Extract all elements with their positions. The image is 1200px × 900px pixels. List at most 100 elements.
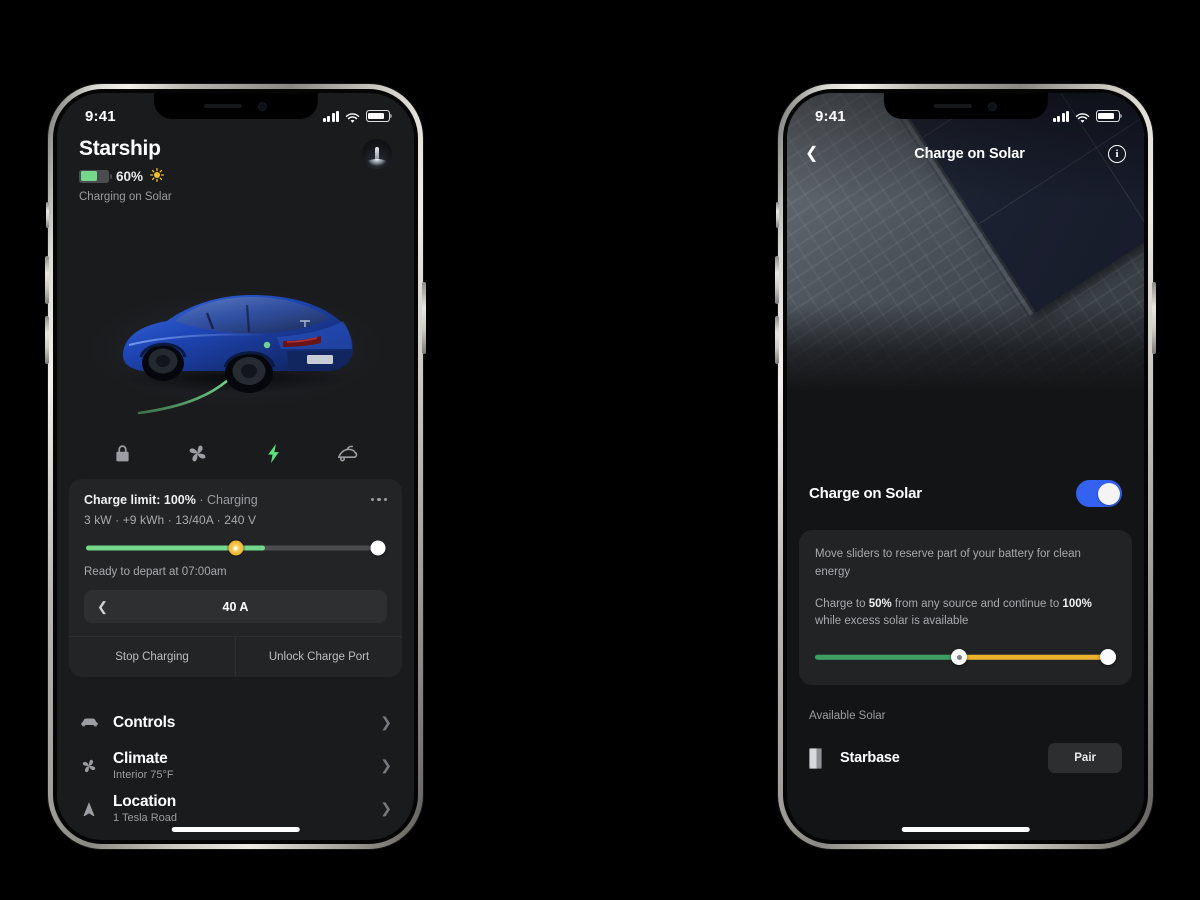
hero-bottom-fade <box>787 303 1144 393</box>
wifi-icon <box>345 111 360 123</box>
charging-bolt-icon[interactable] <box>256 436 290 470</box>
charge-on-solar-row: Charge on Solar <box>787 480 1144 507</box>
charging-status-text: Charging on Solar <box>79 191 172 203</box>
signal-bars-icon <box>322 110 339 122</box>
fan-icon[interactable] <box>181 436 215 470</box>
charge-state: Charging <box>206 493 258 507</box>
power-button[interactable] <box>1152 282 1156 354</box>
screenshot-stage: 9:41 Starship 60% Charging on Solar Char… <box>0 0 1200 900</box>
power-button[interactable] <box>422 282 426 354</box>
solar-instructions-line2: Charge to 50% from any source and contin… <box>815 596 1116 632</box>
earpiece-speaker <box>934 104 972 108</box>
solar-device-name: Starbase <box>840 750 900 766</box>
phone-right: 9:41 ❮ Charge on Solar i Charge on Solar… <box>775 84 1156 849</box>
amperage-stepper[interactable]: ❮ 40 A <box>84 590 387 623</box>
charge-card-body: Charge limit: 100% · Charging 3 kW · +9 … <box>69 479 402 636</box>
charge-on-solar-toggle[interactable] <box>1076 480 1122 507</box>
amperage-value: 40 A <box>222 599 249 614</box>
phone-right-bezel: 9:41 ❮ Charge on Solar i Charge on Solar… <box>783 89 1148 844</box>
back-button[interactable]: ❮ <box>805 146 831 162</box>
home-indicator[interactable] <box>901 827 1030 832</box>
menu-item-title: Controls <box>113 713 176 731</box>
menu-item-climate[interactable]: Climate Interior 75°F ❯ <box>79 744 392 787</box>
avatar[interactable] <box>362 139 392 169</box>
menu-item-title: Climate <box>113 750 168 767</box>
notch <box>153 93 318 119</box>
charge-on-solar-label: Charge on Solar <box>809 485 922 502</box>
front-camera-icon <box>258 101 267 111</box>
phone-left: 9:41 Starship 60% Charging on Solar Char… <box>45 84 426 849</box>
sun-icon <box>150 168 164 184</box>
charge-metrics: 3 kW · +9 kWh · 13/40A · 240 V <box>84 513 257 527</box>
trunk-icon[interactable] <box>331 436 365 470</box>
unlock-charge-port-button[interactable]: Unlock Charge Port <box>235 637 402 677</box>
solar-reserve-slider[interactable] <box>815 649 1116 666</box>
info-icon[interactable]: i <box>1108 145 1126 163</box>
menu-item-location-text: Location 1 Tesla Road <box>113 793 177 824</box>
line2-post: while excess solar is available <box>815 615 969 628</box>
reserve-threshold-value: 50% <box>868 597 892 610</box>
status-bar-icons <box>1052 110 1123 123</box>
phone-right-screen: 9:41 ❮ Charge on Solar i Charge on Solar… <box>787 93 1144 840</box>
notch <box>883 93 1048 119</box>
menu-item-subtitle: Interior 75°F <box>113 769 174 781</box>
status-bar-time: 9:41 <box>85 107 116 125</box>
charge-limit-separator: · <box>199 493 204 507</box>
menu-item-subtitle: 1 Tesla Road <box>113 812 178 824</box>
front-camera-icon <box>988 101 997 111</box>
charge-limit-label: Charge limit: 100% · Charging <box>84 493 258 507</box>
signal-bars-icon <box>1052 110 1069 122</box>
mute-switch[interactable] <box>46 202 49 228</box>
charge-card-actions: Stop Charging Unlock Charge Port <box>69 636 402 677</box>
volume-down-button[interactable] <box>45 316 49 364</box>
battery-percent: 60% <box>116 168 144 184</box>
battery-icon <box>1096 110 1123 122</box>
chevron-left-icon[interactable]: ❮ <box>97 600 108 613</box>
status-bar-icons <box>322 110 393 123</box>
phone-left-screen: 9:41 Starship 60% Charging on Solar Char… <box>57 93 414 840</box>
mute-switch[interactable] <box>776 202 779 228</box>
line2-mid: from any source and continue to <box>891 597 1063 610</box>
slider-any-source-segment <box>815 655 960 660</box>
stop-charging-button[interactable]: Stop Charging <box>69 637 235 677</box>
solar-reserve-handle[interactable] <box>228 540 243 556</box>
volume-up-button[interactable] <box>45 256 49 304</box>
battery-icon <box>366 110 393 122</box>
charge-limit-handle[interactable] <box>370 540 386 556</box>
vehicle-battery-icon <box>79 169 112 183</box>
line2-pre: Charge to <box>815 597 869 610</box>
battery-status-row: 60% <box>79 168 392 184</box>
vehicle-header: Starship 60% Charging on Solar <box>57 137 414 203</box>
home-indicator[interactable] <box>171 827 300 832</box>
lock-icon[interactable] <box>106 436 140 470</box>
vehicle-image <box>57 245 414 425</box>
menu-item-climate-text: Climate Interior 75°F <box>113 750 174 781</box>
wifi-icon <box>1075 111 1090 123</box>
pair-button[interactable]: Pair <box>1048 743 1122 773</box>
powerwall-icon <box>809 747 822 769</box>
status-bar-time: 9:41 <box>815 107 846 125</box>
slider-solar-only-segment <box>959 655 1116 660</box>
solar-reserve-card: Move sliders to reserve part of your bat… <box>799 530 1132 686</box>
available-solar-label: Available Solar <box>809 710 886 722</box>
page-title: Charge on Solar <box>914 146 1025 162</box>
menu-item-controls-text: Controls <box>113 714 175 732</box>
nav-bar: ❮ Charge on Solar i <box>787 137 1144 171</box>
navigation-arrow-icon <box>79 800 99 818</box>
more-options-icon[interactable] <box>370 493 387 502</box>
vehicle-name: Starship <box>79 137 161 160</box>
charge-limit-row: Charge limit: 100% · Charging <box>84 493 387 507</box>
solar-instructions-line1: Move sliders to reserve part of your bat… <box>815 548 1081 578</box>
menu-item-controls[interactable]: Controls ❯ <box>79 701 392 744</box>
volume-down-button[interactable] <box>775 316 779 364</box>
charge-limit-value: Charge limit: 100% <box>84 493 196 507</box>
charge-card: Charge limit: 100% · Charging 3 kW · +9 … <box>69 479 402 677</box>
quick-actions-bar <box>57 429 414 477</box>
menu-item-location[interactable]: Location 1 Tesla Road ❯ <box>79 787 392 830</box>
charge-target-handle[interactable] <box>1100 649 1116 666</box>
chevron-right-icon: ❯ <box>380 714 392 730</box>
chevron-right-icon: ❯ <box>380 800 392 816</box>
solar-reserve-handle[interactable] <box>951 649 968 666</box>
volume-up-button[interactable] <box>775 256 779 304</box>
charge-limit-slider[interactable] <box>86 540 386 556</box>
